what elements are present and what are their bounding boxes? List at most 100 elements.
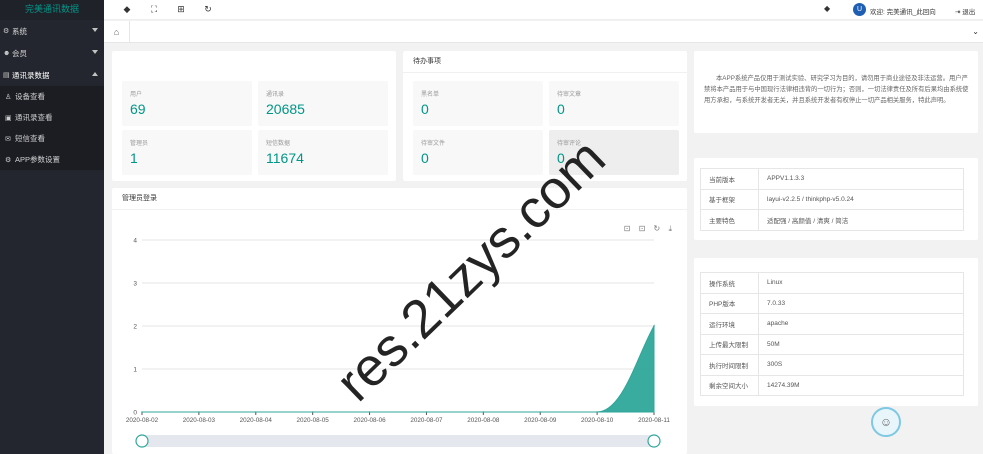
sidebar-item-contacts-data[interactable]: ▤ 通讯录数据 [0,64,104,86]
logout-button[interactable]: ⇥ 退出 [955,6,975,16]
x-tick-label: 2020-08-04 [240,417,273,424]
stat-sms[interactable]: 短信数据 11674 [258,130,388,175]
top-header: ◆ ⛶ ⊞ ↻ ◆ U 欢迎: 完美通讯_此回向 ⇥ 退出 [104,0,983,20]
sidebar-subitem-label: APP参数设置 [15,155,61,164]
info-value: layui-v2.2.5 / thinkphp-v5.0.24 [758,188,964,210]
data-point [539,411,542,413]
todo-value: 0 [557,101,565,117]
info-value: 14274.39M [758,374,964,396]
todo-value: 0 [421,101,429,117]
users-icon: ☻ [3,49,11,57]
info-value: 300S [758,354,964,376]
todo-blacklist[interactable]: 黑名单 0 [413,81,543,126]
info-key: 基于框架 [700,188,759,210]
x-tick-label: 2020-08-10 [581,417,614,424]
stat-value: 20685 [266,101,305,117]
stat-label: 通讯录 [266,92,285,98]
book-icon: ▤ [3,72,10,79]
user-icon: ♙ [5,93,12,101]
data-point [254,411,257,413]
data-point [596,411,598,413]
info-key: 执行时间限制 [700,354,759,376]
sidebar-item-system[interactable]: ⚙ 系统 [0,20,104,42]
y-tick-label: 3 [133,281,137,288]
welcome-user-text[interactable]: 欢迎: 完美通讯_此回向 [870,6,936,16]
avatar[interactable]: U [853,3,866,16]
table-row: 执行时间限制 300S [700,354,964,376]
info-value: 适配强 / 高颜值 / 清爽 / 简洁 [758,209,964,231]
todo-pending-articles[interactable]: 待审文章 0 [549,81,679,126]
sidebar-submenu: ♙ 设备查看 ▣ 通讯录查看 ✉ 短信查看 ⚙ APP参数设置 [0,86,104,170]
system-info-card: 操作系统 Linux PHP版本 7.0.33 运行环境 apache 上传最大限制 5… [694,258,978,406]
stat-label: 用户 [130,92,143,98]
mail-icon: ✉ [5,135,11,143]
chevron-down-icon[interactable]: ⌄ [972,27,979,36]
stat-users[interactable]: 用户 69 [122,81,252,126]
tab-home[interactable]: ⌂ [104,21,130,43]
home-icon: ⌂ [113,27,120,37]
data-point [311,411,314,413]
notice-card: 本APP系统产品仅用于测试实验、研究学习为目的，请勿用于商业途径及非法运营。用户… [694,51,978,133]
todo-value: 0 [421,150,429,166]
y-tick-label: 1 [133,367,137,374]
info-key: 当前版本 [700,168,759,190]
fullscreen-icon[interactable]: ⛶ [147,4,161,15]
info-value: 50M [758,333,964,355]
data-point [198,411,200,413]
gear-icon: ⚙ [3,28,10,35]
stat-value: 11674 [266,150,304,166]
datazoom-track [142,435,654,447]
table-row: 主要特色 适配强 / 高颜值 / 清爽 / 简洁 [700,209,964,231]
sidebar-item-members[interactable]: ☻ 会员 [0,42,104,64]
todo-pending-files[interactable]: 待审文件 0 [413,130,543,175]
todo-label: 待审文件 [421,141,446,147]
collapse-menu-icon[interactable]: ◆ [120,4,134,15]
settings-icon: ⚙ [5,156,12,164]
table-row: 运行环境 apache [700,313,964,335]
refresh-icon[interactable]: ↻ [201,4,215,15]
logout-icon: ⇥ [955,9,961,16]
sidebar-item-label: 系统 [12,26,27,36]
sidebar-subitem-label: 通讯录查看 [15,113,53,122]
datazoom-handle-right[interactable] [647,434,661,448]
data-point [425,411,428,413]
info-value: apache [758,313,964,335]
home-building-icon[interactable]: ⊞ [174,4,188,15]
disclaimer-text: 本APP系统产品仅用于测试实验、研究学习为目的，请勿用于商业途径及非法运营。用户… [704,75,969,104]
admin-login-chart-card: 管理员登录 ⊡ ⊡ ↻ ⤓ 0 1 2 3 4 2020-08-02 2020-08-03 2… [112,188,687,454]
chart-title: 管理员登录 [112,188,687,210]
area-chart: 0 1 2 3 4 2020-08-02 2020-08-03 2020-08-04 2020-… [126,238,670,448]
x-tick-label: 2020-08-03 [183,417,216,424]
info-key: 主要特色 [700,209,759,231]
info-key: PHP版本 [700,292,759,314]
sidebar-subitem-devices[interactable]: ♙ 设备查看 [0,86,104,107]
tag-icon[interactable]: ◆ [824,4,830,13]
x-tick-label: 2020-08-02 [126,417,159,424]
data-point [141,411,143,413]
chevron-up-icon [92,72,98,76]
info-key: 上传最大限制 [700,333,759,355]
sidebar-subitem-app-settings[interactable]: ⚙ APP参数设置 [0,149,104,170]
datazoom-handle-left[interactable] [135,434,149,448]
stat-value: 69 [130,101,146,117]
sidebar-subitem-contacts[interactable]: ▣ 通讯录查看 [0,107,104,128]
todo-pending-comments[interactable]: 待审评论 0 [549,130,679,175]
stat-contacts[interactable]: 通讯录 20685 [258,81,388,126]
table-row: 操作系统 Linux [700,272,964,294]
info-key: 操作系统 [700,272,759,294]
table-row: 上传最大限制 50M [700,333,964,355]
sidebar-subitem-label: 设备查看 [15,92,45,101]
x-tick-label: 2020-08-09 [524,417,557,424]
stat-label: 短信数据 [266,141,291,147]
system-info-table: 操作系统 Linux PHP版本 7.0.33 运行环境 apache 上传最大限制 5… [700,272,964,396]
stat-label: 管理员 [130,141,149,147]
x-tick-label: 2020-08-06 [353,417,386,424]
contacts-icon: ▣ [5,114,12,122]
sidebar-subitem-sms[interactable]: ✉ 短信查看 [0,128,104,149]
tab-bar: ⌂ ⌄ [104,21,983,43]
stat-admins[interactable]: 管理员 1 [122,130,252,175]
chevron-down-icon [92,28,98,32]
sidebar: 完美通讯数据 ⚙ 系统 ☻ 会员 ▤ 通讯录数据 ♙ 设备查看 ▣ 通讯录查看 [0,0,104,454]
logout-label: 退出 [962,9,976,16]
chat-robot-icon[interactable]: ☺ [871,407,901,437]
